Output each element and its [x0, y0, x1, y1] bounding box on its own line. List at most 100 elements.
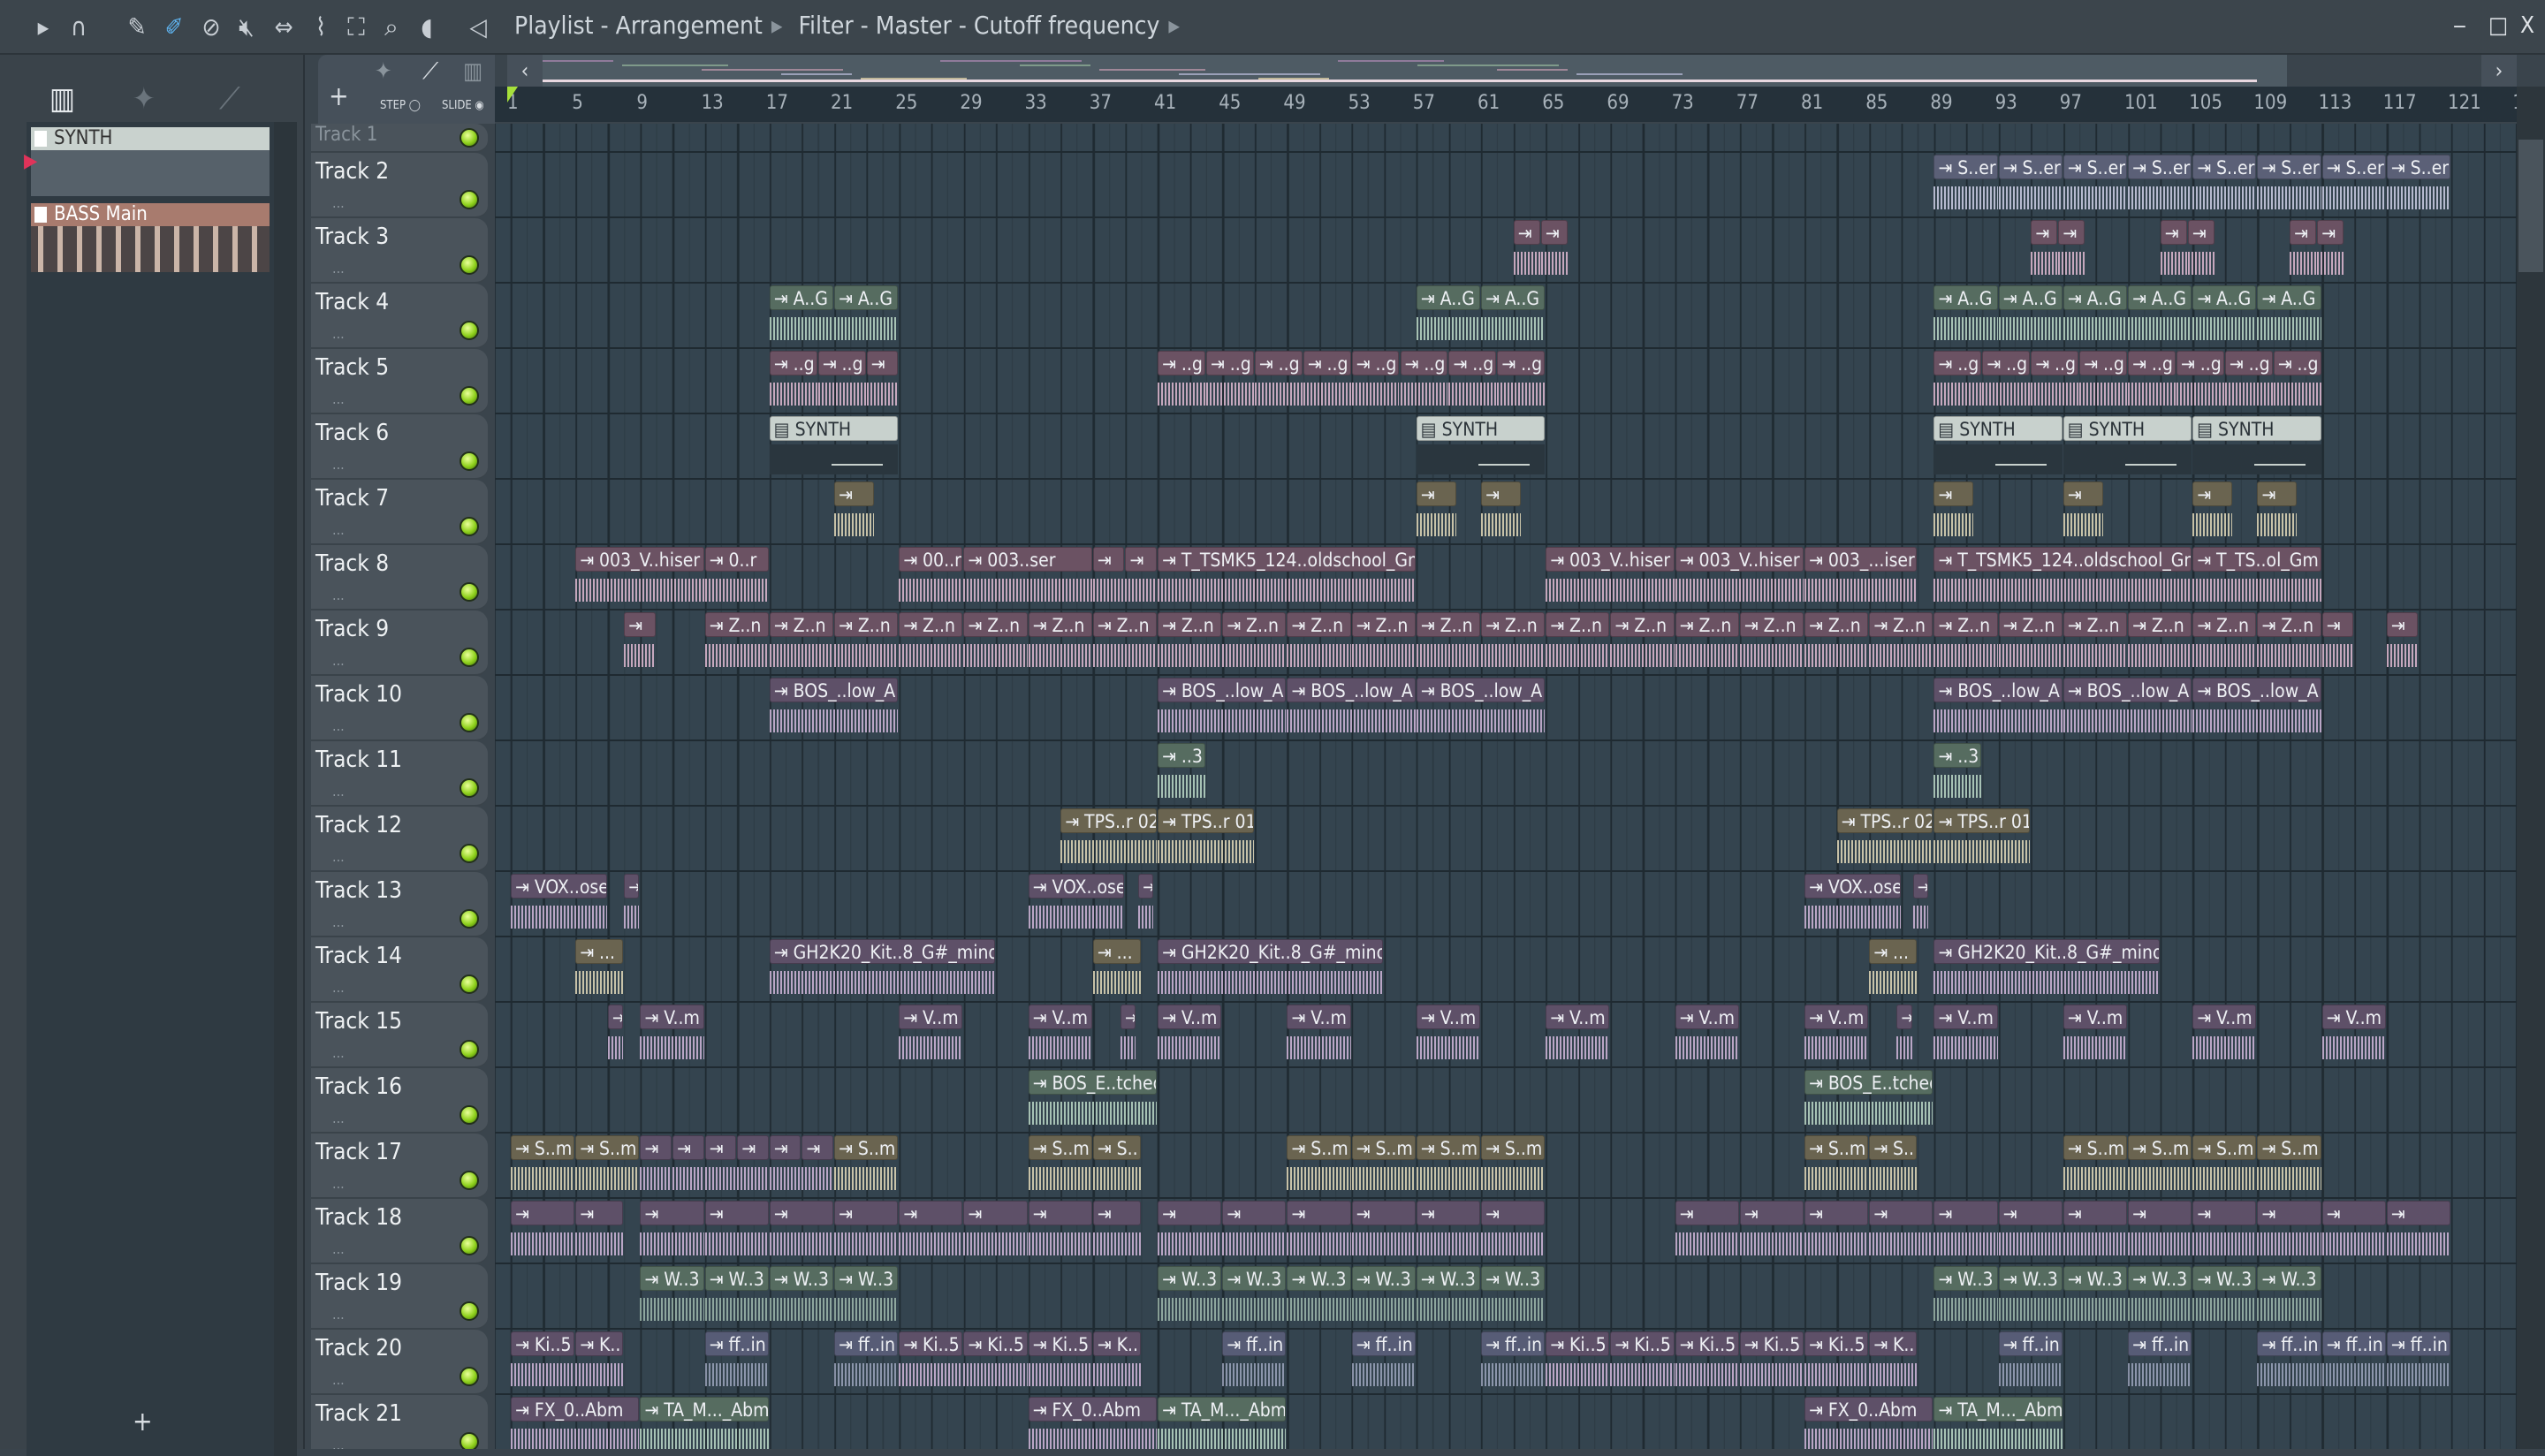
track-mute-led[interactable] [460, 713, 479, 732]
playlist-clip[interactable]: ⇥ Z..n [2192, 612, 2257, 674]
playlist-clip[interactable]: ⇥ ff..in [834, 1331, 899, 1393]
track-mute-led[interactable] [460, 255, 479, 275]
playlist-clip[interactable]: ⇥ S..er [2321, 155, 2386, 216]
audio-clip-icon[interactable]: ✦ [375, 58, 392, 85]
playlist-clip[interactable]: ⇥ BOS_..low_A [1933, 678, 2063, 739]
playlist-clip[interactable]: ⇥ S..er [2257, 155, 2321, 216]
playlist-clip[interactable]: ▤ SYNTH [1416, 416, 1546, 478]
playlist-clip[interactable]: ⇥ TA_M..._Abm [640, 1397, 769, 1449]
playlist-clip[interactable]: ⇥ A..G [2128, 285, 2192, 347]
playlist-clip[interactable]: ⇥ [2290, 220, 2317, 282]
playlist-clip[interactable]: ▤ SYNTH [2192, 416, 2321, 478]
overview-viewport[interactable] [543, 80, 2257, 82]
slide-toggle[interactable]: SLIDE ◉ [442, 99, 484, 112]
playlist-clip[interactable]: ⇥ [2128, 1201, 2192, 1263]
track-header[interactable]: Track 20... [311, 1330, 488, 1395]
track-mute-led[interactable] [460, 1367, 479, 1386]
playlist-clip[interactable]: ⇥ 0..r [704, 547, 769, 609]
playlist-clip[interactable]: ⇥ Ki..5 [1675, 1331, 1739, 1393]
playlist-clip[interactable]: ⇥ W..3 [1416, 1266, 1480, 1328]
select-icon[interactable]: ⛶ [341, 12, 371, 42]
playlist-clip[interactable]: ⇥ A..G [769, 285, 833, 347]
playlist-clip[interactable]: ⇥ V..m [2192, 1005, 2257, 1066]
playlist-clip[interactable]: ⇥ Ki..5 [511, 1331, 575, 1393]
playlist-clip[interactable]: ⇥ ... [575, 939, 624, 1001]
playlist-clip[interactable]: ⇥ [1739, 1201, 1804, 1263]
playlist-clip[interactable]: ⇥ [1513, 220, 1540, 282]
playlist-clip[interactable]: ⇥ S.. [1869, 1135, 1918, 1197]
playlist-clip[interactable]: ⇥ Z..n [1869, 612, 1933, 674]
playlist-clip[interactable]: ⇥ [1933, 1201, 1998, 1263]
track-header[interactable]: Track 7... [311, 480, 488, 545]
playlist-clip[interactable]: ⇥ ..g [1497, 351, 1546, 413]
speaker-icon[interactable]: ◁ [463, 12, 493, 42]
playlist-clip[interactable]: ⇥ S..er [2063, 155, 2127, 216]
playlist-clip[interactable]: ⇥ Z..n [1610, 612, 1675, 674]
playlist-clip[interactable]: ⇥ [834, 482, 874, 543]
playlist-clip[interactable]: ⇥ W..3 [1287, 1266, 1351, 1328]
playlist-clip[interactable]: ⇥ Z..n [1092, 612, 1157, 674]
playlist-clip[interactable]: ⇥ [1222, 1201, 1287, 1263]
playlist-clip[interactable]: ⇥ ..g [2079, 351, 2127, 413]
track-mute-led[interactable] [460, 582, 479, 602]
playlist-clip[interactable]: ⇥ [769, 1201, 833, 1263]
playlist-clip[interactable]: ⇥ [1287, 1201, 1351, 1263]
playlist-clip[interactable]: ⇥ [704, 1135, 737, 1197]
playlist-clip[interactable]: ▤ SYNTH [2063, 416, 2192, 478]
playlist-clip[interactable]: ⇥ S..m [1351, 1135, 1416, 1197]
playlist-clip[interactable]: ⇥ Z..n [1416, 612, 1480, 674]
playlist-clip[interactable]: ⇥ A..G [1481, 285, 1546, 347]
playlist-clip[interactable]: ⇥ V..m [2321, 1005, 2386, 1066]
slice-icon[interactable]: ⌇ [306, 12, 336, 42]
playlist-clip[interactable]: ⇥ W..3 [1158, 1266, 1222, 1328]
magnet-icon[interactable]: ∩ [64, 12, 94, 42]
playlist-clip[interactable]: ⇥ Z..n [769, 612, 833, 674]
playlist-clip[interactable]: ⇥ [1481, 1201, 1546, 1263]
playlist-clip[interactable]: ⇥ Ki..5 [1610, 1331, 1675, 1393]
track-options[interactable]: ... [332, 325, 345, 342]
playlist-clip[interactable]: ⇥ TPS..r 01 [1933, 808, 2031, 870]
automation-clip-icon[interactable]: ⟋ [422, 58, 438, 86]
playlist-clip[interactable]: ⇥ ..3 [1158, 743, 1205, 805]
playlist-clip[interactable]: ⇥ V..m [1416, 1005, 1480, 1066]
track-options[interactable]: ... [332, 587, 345, 603]
playlist-clip[interactable]: ⇥ [2063, 482, 2103, 543]
playlist-clip[interactable]: ⇥ [624, 612, 656, 674]
overview-scroller[interactable] [543, 55, 2287, 87]
playlist-clip[interactable]: ⇥ [575, 1201, 624, 1263]
playlist-clip[interactable]: ⇥ [672, 1135, 704, 1197]
playlist-clip[interactable]: ⇥ GH2K20_Kit..8_G#_minor [1158, 939, 1384, 1001]
playlist-clip[interactable]: ⇥ W..3 [769, 1266, 833, 1328]
playlist-clip[interactable]: ⇥ ff..in [2128, 1331, 2192, 1393]
playlist-clip[interactable]: ⇥ ff..in [1481, 1331, 1546, 1393]
playlist-clip[interactable]: ⇥ A..G [2063, 285, 2127, 347]
playlist-clip[interactable]: ⇥ S..m [2257, 1135, 2321, 1197]
track-options[interactable]: ... [332, 1175, 345, 1192]
track-mute-led[interactable] [460, 128, 479, 148]
playlist-clip[interactable]: ⇥ [640, 1135, 672, 1197]
track-options[interactable]: ... [332, 1240, 345, 1257]
playlist-clip[interactable]: ⇥ ..g [1933, 351, 1982, 413]
track-mute-led[interactable] [460, 1236, 479, 1255]
playlist-clip[interactable]: ⇥ S..m [834, 1135, 899, 1197]
playlist-clip[interactable]: ⇥ A..G [1416, 285, 1480, 347]
playlist-clip[interactable]: ⇥ BOS_..low_A [1416, 678, 1546, 739]
playlist-clip[interactable]: ⇥ W..3 [1933, 1266, 1998, 1328]
track-mute-led[interactable] [460, 1105, 479, 1125]
playlist-clip[interactable]: ⇥ FX_0..Abm [1804, 1397, 1933, 1449]
track-options[interactable]: ... [332, 1044, 345, 1061]
playlist-clip[interactable]: ⇥ Z..n [1158, 612, 1222, 674]
track-header[interactable]: Track 15... [311, 1003, 488, 1068]
playlist-clip[interactable]: ⇥ BOS_..low_A [1287, 678, 1416, 739]
playlist-clip[interactable]: ⇥ V..m [1933, 1005, 1998, 1066]
playlist-clip[interactable]: ⇥ [1125, 547, 1157, 609]
playlist-clip[interactable]: ⇥ V..m [1675, 1005, 1739, 1066]
playlist-clip[interactable]: ⇥ [624, 874, 640, 936]
pattern-clip-icon[interactable]: ▥ [463, 58, 482, 85]
playlist-clip[interactable]: ⇥ [1912, 874, 1928, 936]
playlist-clip[interactable]: ⇥ [963, 1201, 1028, 1263]
playlist-clip[interactable]: ⇥ [2031, 220, 2058, 282]
playlist-clip[interactable]: ⇥ [2257, 1201, 2321, 1263]
playlist-clip[interactable]: ⇥ S..m [1028, 1135, 1092, 1197]
playlist-clip[interactable]: ⇥ ..g [1448, 351, 1497, 413]
